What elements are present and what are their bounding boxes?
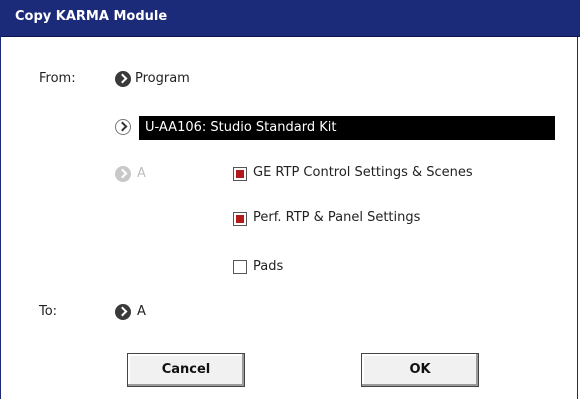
chevron-right-icon[interactable] <box>115 71 131 87</box>
dialog-title: Copy KARMA Module <box>15 9 168 24</box>
copy-karma-module-dialog: Copy KARMA Module From: Program U-AA106:… <box>0 0 580 399</box>
program-select-chevron-icon[interactable] <box>115 119 131 135</box>
from-source-type[interactable]: Program <box>135 71 190 86</box>
from-module-value: A <box>137 166 146 181</box>
perf-rtp-label: Perf. RTP & Panel Settings <box>253 210 421 225</box>
from-label: From: <box>39 71 76 86</box>
title-bar: Copy KARMA Module <box>1 0 580 37</box>
program-name-text: U-AA106: Studio Standard Kit <box>145 120 337 135</box>
pads-label: Pads <box>253 259 284 274</box>
chevron-right-icon[interactable] <box>115 304 131 320</box>
cancel-button[interactable]: Cancel <box>127 353 245 387</box>
ge-rtp-label: GE RTP Control Settings & Scenes <box>253 165 473 180</box>
from-module-chevron-icon <box>115 166 131 182</box>
pads-checkbox[interactable] <box>233 260 247 274</box>
ok-button[interactable]: OK <box>361 353 479 387</box>
to-label: To: <box>39 304 58 319</box>
ge-rtp-checkbox[interactable] <box>233 167 247 181</box>
to-module-value[interactable]: A <box>137 304 146 319</box>
perf-rtp-checkbox[interactable] <box>233 212 247 226</box>
program-name-field[interactable]: U-AA106: Studio Standard Kit <box>139 116 555 140</box>
